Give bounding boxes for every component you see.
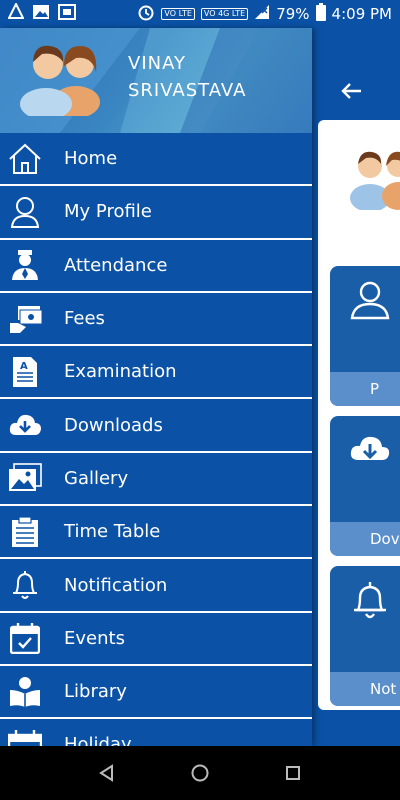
examination-icon: A — [8, 355, 42, 389]
menu-item-gallery[interactable]: Gallery — [0, 453, 312, 507]
menu-label: Fees — [64, 308, 105, 330]
system-navigation-bar — [0, 746, 400, 800]
profile-tile[interactable]: P — [330, 266, 400, 406]
menu-item-my-profile[interactable]: My Profile — [0, 186, 312, 240]
gallery-icon — [8, 461, 42, 495]
menu-item-examination[interactable]: A Examination — [0, 346, 312, 400]
timetable-icon — [8, 515, 42, 549]
recents-nav-button[interactable] — [273, 753, 313, 793]
menu-item-attendance[interactable]: Attendance — [0, 240, 312, 293]
menu-item-events[interactable]: Events — [0, 613, 312, 666]
menu-item-holiday[interactable]: Holiday — [0, 719, 312, 746]
back-nav-button[interactable] — [87, 753, 127, 793]
holiday-icon — [8, 728, 42, 746]
menu-label: Home — [64, 148, 118, 170]
user-name: VINAY SRIVASTAVA — [128, 50, 246, 104]
menu-item-notification[interactable]: Notification — [0, 559, 312, 613]
bell-icon — [348, 578, 392, 622]
battery-percent: 79% — [276, 5, 310, 23]
clock-time: 4:09 PM — [331, 5, 392, 23]
menu-item-library[interactable]: Library — [0, 666, 312, 720]
image-notification-icon — [32, 4, 50, 24]
menu-label: Gallery — [64, 467, 129, 489]
navigation-drawer: VINAY SRIVASTAVA Home My Profile Attenda… — [0, 28, 312, 746]
cloud-download-icon — [8, 408, 42, 442]
drawer-menu: Home My Profile Attendance Fees A Examin… — [0, 133, 312, 746]
downloads-tile[interactable]: Dov — [330, 416, 400, 556]
drawer-header: VINAY SRIVASTAVA — [0, 28, 312, 133]
menu-label: Examination — [64, 361, 177, 383]
user-avatar[interactable] — [18, 34, 114, 120]
sim1-volte-indicator: VO LTE — [161, 8, 195, 20]
status-bar: VO LTE VO 4G LTE 79% 4:09 PM — [0, 0, 400, 28]
menu-label: Attendance — [64, 254, 168, 276]
menu-item-downloads[interactable]: Downloads — [0, 399, 312, 453]
user-last-name: SRIVASTAVA — [128, 80, 247, 101]
menu-label: Downloads — [64, 414, 163, 436]
home-nav-button[interactable] — [180, 753, 220, 793]
user-avatar — [346, 140, 400, 212]
signal-icon — [254, 4, 270, 24]
notification-tile[interactable]: Not — [330, 566, 400, 706]
attendance-icon — [8, 248, 42, 282]
app-notification-icon — [7, 1, 25, 25]
home-icon — [8, 142, 42, 176]
menu-item-fees[interactable]: Fees — [0, 293, 312, 347]
library-icon — [8, 675, 42, 709]
menu-label: Library — [64, 681, 127, 703]
calendar-icon — [8, 621, 42, 655]
user-icon — [8, 195, 42, 229]
fees-icon — [8, 302, 42, 336]
menu-label: Notification — [64, 574, 168, 596]
menu-label: My Profile — [64, 201, 152, 223]
menu-label: Holiday — [64, 734, 132, 746]
menu-label: Time Table — [64, 521, 161, 543]
user-icon — [348, 278, 392, 322]
downloads-tile-label: Dov — [330, 522, 400, 556]
menu-item-home[interactable]: Home — [0, 133, 312, 187]
user-first-name: VINAY — [128, 53, 186, 74]
battery-icon — [315, 3, 326, 25]
alarm-icon — [137, 3, 155, 25]
cloud-download-icon — [348, 428, 392, 472]
menu-label: Events — [64, 627, 125, 649]
sim2-volte-indicator: VO 4G LTE — [200, 8, 249, 20]
back-arrow-icon[interactable] — [340, 78, 362, 106]
svg-text:A: A — [20, 361, 28, 372]
notification-tile-label: Not — [330, 672, 400, 706]
background-content-card: P Dov Not — [318, 120, 400, 710]
bell-icon — [8, 568, 42, 602]
profile-tile-label: P — [330, 372, 400, 406]
screenshot-notification-icon — [58, 4, 76, 24]
menu-item-time-table[interactable]: Time Table — [0, 506, 312, 560]
background-home-screen: P Dov Not — [310, 28, 400, 746]
